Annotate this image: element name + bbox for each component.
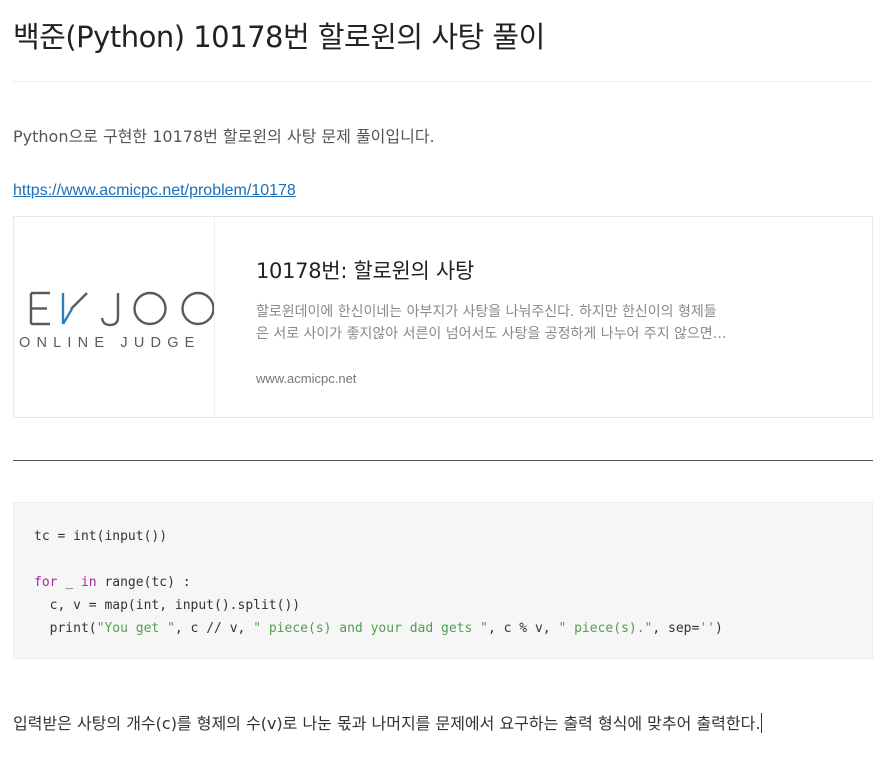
code-text: c, v = map(int, input().split()) bbox=[34, 598, 301, 613]
baekjoon-logo-icon: ONLINE JUDGE bbox=[19, 291, 214, 351]
horizontal-rule bbox=[13, 460, 873, 461]
code-line-3: for _ in range(tc) : bbox=[34, 571, 852, 594]
svg-text:ONLINE JUDGE: ONLINE JUDGE bbox=[19, 335, 201, 351]
code-text: _ bbox=[57, 575, 81, 590]
card-body: 10178번: 할로윈의 사탕 할로윈데이에 한신이네는 아부지가 사탕을 나눠… bbox=[256, 255, 736, 386]
problem-link[interactable]: https://www.acmicpc.net/problem/10178 bbox=[13, 182, 296, 200]
code-text: , sep= bbox=[652, 621, 700, 636]
code-line-5: print("You get ", c // v, " piece(s) and… bbox=[34, 617, 852, 640]
card-title: 10178번: 할로윈의 사탕 bbox=[256, 259, 474, 283]
code-keyword: in bbox=[80, 575, 97, 590]
text-caret bbox=[761, 713, 763, 733]
code-string: " piece(s) and your dad gets " bbox=[253, 621, 488, 636]
post-title: 백준(Python) 10178번 할로윈의 사탕 풀이 bbox=[13, 20, 545, 54]
code-string: "You get " bbox=[96, 621, 175, 636]
code-line-1: tc = int(input()) bbox=[34, 525, 852, 548]
card-description: 할로윈데이에 한신이네는 아부지가 사탕을 나눠주신다. 하지만 한신이의 형제… bbox=[256, 301, 726, 345]
card-thumbnail: ONLINE JUDGE bbox=[14, 217, 215, 417]
code-text: range(tc) : bbox=[96, 575, 191, 590]
card-description-line: 은 서로 사이가 좋지않아 서른이 넘어서도 사탕을 공정하게 나누어 주지 않… bbox=[256, 326, 726, 342]
code-text: print( bbox=[34, 621, 97, 636]
intro-paragraph: Python으로 구현한 10178번 할로윈의 사탕 문제 풀이입니다. bbox=[13, 127, 435, 146]
code-text: tc = int(input()) bbox=[34, 529, 168, 544]
title-divider bbox=[13, 81, 872, 82]
closing-paragraph[interactable]: 입력받은 사탕의 개수(c)를 형제의 수(v)로 나눈 몫과 나머지를 문제에… bbox=[13, 710, 763, 734]
code-line-4: c, v = map(int, input().split()) bbox=[34, 594, 852, 617]
code-string: " piece(s)." bbox=[558, 621, 653, 636]
code-text: , c // v, bbox=[174, 621, 254, 636]
code-block[interactable]: tc = int(input()) for _ in range(tc) : c… bbox=[13, 502, 873, 659]
code-string: '' bbox=[699, 621, 715, 636]
closing-text: 입력받은 사탕의 개수(c)를 형제의 수(v)로 나눈 몫과 나머지를 문제에… bbox=[13, 714, 761, 733]
code-text: , c % v, bbox=[488, 621, 559, 636]
code-keyword: for bbox=[34, 575, 58, 590]
code-text: ) bbox=[715, 621, 723, 636]
link-preview-card[interactable]: ONLINE JUDGE 10178번: 할로윈의 사탕 할로윈데이에 한신이네… bbox=[13, 216, 873, 418]
card-description-line: 할로윈데이에 한신이네는 아부지가 사탕을 나눠주신다. 하지만 한신이의 형제… bbox=[256, 304, 717, 320]
card-domain: www.acmicpc.net bbox=[256, 371, 357, 386]
